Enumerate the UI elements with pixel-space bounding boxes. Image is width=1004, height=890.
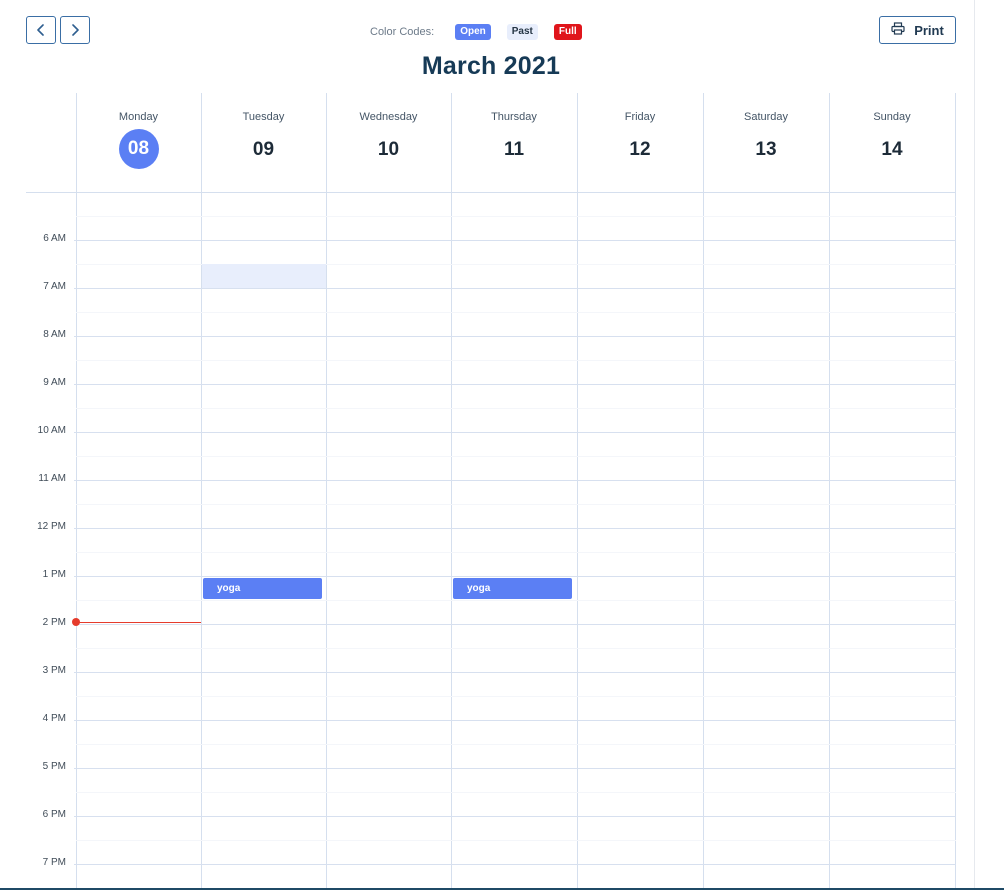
slot-line (76, 408, 956, 409)
day-header-row: Monday 08 Tuesday 09 Wednesday 10 Thursday 11 Fr… (76, 93, 956, 192)
slot-line (76, 840, 956, 841)
time-label: 5 PM (42, 761, 66, 772)
time-label: 8 AM (43, 329, 66, 340)
hour-line (74, 288, 956, 289)
time-label: 7 AM (43, 281, 66, 292)
day-number: 14 (881, 139, 903, 160)
day-name: Sunday (873, 111, 911, 123)
hour-line (74, 384, 956, 385)
print-button[interactable]: Print (879, 16, 956, 44)
day-header-monday: Monday 08 (76, 93, 201, 192)
time-grid: yoga yoga (72, 93, 956, 890)
hour-line (74, 816, 956, 817)
hour-line (74, 336, 956, 337)
hour-line (74, 480, 956, 481)
column-divider (76, 93, 77, 890)
day-number: 11 (503, 139, 525, 160)
day-header-friday: Friday 12 (577, 93, 703, 192)
calendar-page: Color Codes: Open Past Full Print March … (0, 0, 1004, 890)
chevron-right-icon (70, 24, 80, 36)
slot-line (76, 456, 956, 457)
column-divider (577, 93, 578, 890)
hour-line (74, 864, 956, 865)
day-name: Wednesday (359, 111, 418, 123)
time-label: 1 PM (42, 569, 66, 580)
open-badge: Open (455, 23, 491, 40)
past-badge: Past (506, 23, 538, 40)
slot-line (76, 744, 956, 745)
day-header-sunday: Sunday 14 (829, 93, 955, 192)
time-label: 2 PM (42, 617, 66, 628)
scroll-edge (974, 0, 975, 890)
slot-line (76, 552, 956, 553)
column-divider (326, 93, 327, 890)
column-divider (703, 93, 704, 890)
day-number: 12 (629, 139, 651, 160)
time-label: 6 PM (42, 809, 66, 820)
today-date-number: 08 (118, 129, 159, 169)
current-time-line (76, 622, 201, 623)
past-time-slot[interactable] (202, 264, 326, 288)
day-header-wednesday: Wednesday 10 (326, 93, 451, 192)
chevron-left-icon (36, 24, 46, 36)
time-label: 10 AM (37, 425, 66, 436)
color-codes-legend: Color Codes: Open Past Full (370, 23, 582, 40)
time-label: 4 PM (42, 713, 66, 724)
slot-line (76, 648, 956, 649)
column-divider (451, 93, 452, 890)
day-header-thursday: Thursday 11 (451, 93, 577, 192)
hour-line (74, 624, 956, 625)
day-number: 09 (252, 139, 275, 160)
time-label: 7 PM (42, 857, 66, 868)
full-badge: Full (553, 23, 582, 40)
slot-line (76, 504, 956, 505)
day-name: Friday (624, 111, 656, 123)
day-header-tuesday: Tuesday 09 (201, 93, 326, 192)
previous-week-button[interactable] (26, 16, 56, 44)
time-label: 6 AM (43, 233, 66, 244)
printer-icon (891, 22, 905, 38)
slot-line (76, 792, 956, 793)
hour-line (74, 720, 956, 721)
column-divider (955, 93, 956, 890)
time-label: 11 AM (38, 473, 66, 484)
hour-line (74, 672, 956, 673)
hour-line (74, 240, 956, 241)
time-label: 3 PM (42, 665, 66, 676)
time-label: 9 AM (43, 377, 66, 388)
slot-line (76, 360, 956, 361)
event-yoga[interactable]: yoga (453, 578, 572, 599)
slot-line (76, 600, 956, 601)
column-divider (829, 93, 830, 890)
slot-line (76, 696, 956, 697)
day-header-saturday: Saturday 13 (703, 93, 829, 192)
day-name: Monday (118, 111, 159, 123)
column-divider (201, 93, 202, 890)
day-number: 10 (377, 139, 400, 160)
event-yoga[interactable]: yoga (203, 578, 322, 599)
legend-label: Color Codes: (370, 25, 435, 38)
slot-line (76, 312, 956, 313)
day-number: 13 (755, 139, 777, 160)
month-title: March 2021 (421, 52, 561, 80)
slot-line (76, 216, 956, 217)
week-calendar: Monday 08 Tuesday 09 Wednesday 10 Thursday 11 Fr… (0, 93, 974, 890)
hour-line (74, 576, 956, 577)
hour-line (74, 768, 956, 769)
hour-line (74, 432, 956, 433)
day-name: Tuesday (242, 111, 285, 123)
day-name: Saturday (743, 111, 789, 123)
day-name: Thursday (491, 111, 537, 123)
next-week-button[interactable] (60, 16, 90, 44)
print-label: Print (914, 22, 944, 38)
time-label: 12 PM (37, 521, 66, 532)
hour-line (74, 528, 956, 529)
current-time-dot (72, 618, 80, 626)
